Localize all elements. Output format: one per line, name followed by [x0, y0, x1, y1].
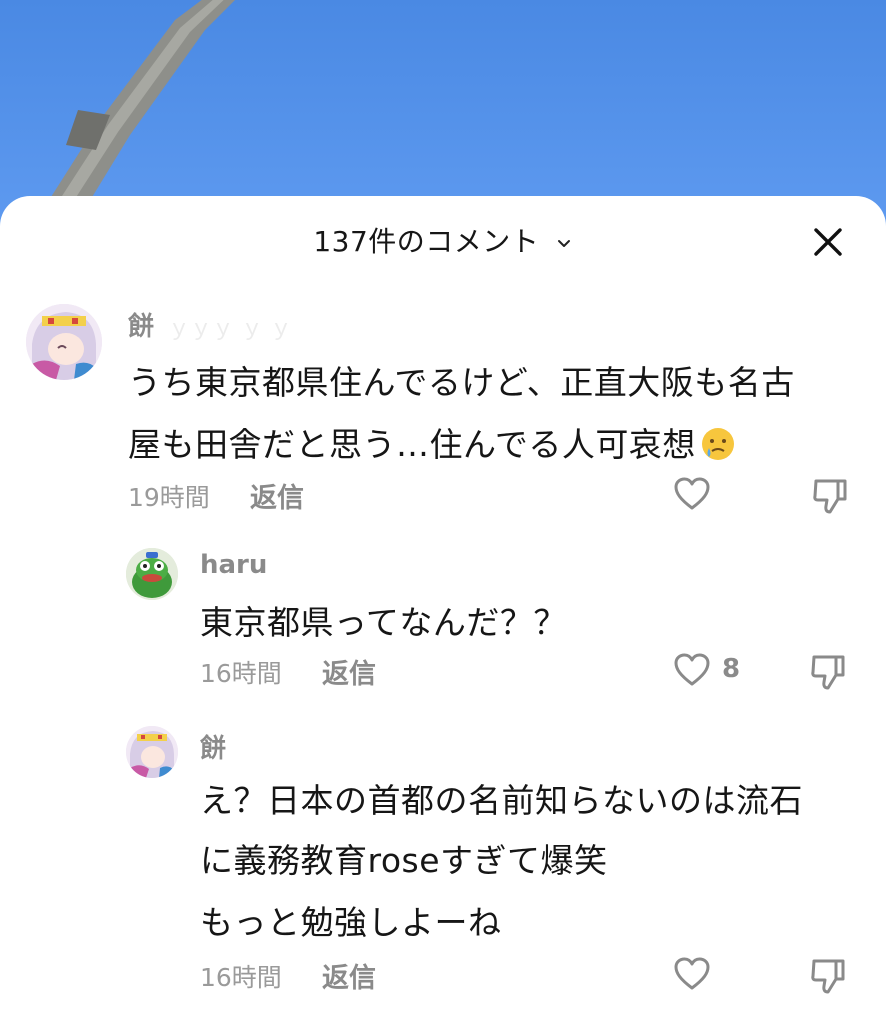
heart-icon[interactable]: [672, 954, 712, 994]
comments-sheet: 137件のコメント 餅 ｙｙｙ ｙ ｙ うち東京都県住んでるけど、正直大阪も名古: [0, 196, 886, 1024]
comment-item: 餅 ｙｙｙ ｙ ｙ うち東京都県住んでるけど、正直大阪も名古 屋も田舎だと思う……: [0, 196, 886, 526]
thumbs-down-icon[interactable]: [808, 652, 848, 692]
faded-text: ｙｙｙ ｙ ｙ: [168, 316, 292, 341]
avatar-image: [126, 726, 178, 778]
reply-text-line: もっと勉強しよーね: [200, 903, 502, 942]
comment-text-segment: 屋も田舎だと思う…住んでる人可哀想: [128, 425, 696, 464]
reply-item: 餅 え？日本の首都の名前知らないのは流石 に義務教育roseすぎて爆笑 もっと勉…: [0, 716, 886, 1024]
crying-face-emoji-icon: [701, 428, 734, 460]
avatar[interactable]: [126, 548, 178, 600]
reply-time: 16時間: [200, 963, 282, 992]
reply-username[interactable]: 餅: [200, 728, 226, 765]
thumbs-down-icon[interactable]: [810, 476, 850, 516]
reply-item: haru 東京都県ってなんだ？？ 16時間 返信 8: [0, 536, 886, 706]
reply-text-line: に義務教育roseすぎて爆笑: [200, 841, 608, 880]
thumbs-down-icon[interactable]: [808, 956, 848, 996]
reply-username[interactable]: haru: [200, 550, 267, 580]
reply-button[interactable]: 返信: [250, 476, 304, 515]
comment-text-line: うち東京都県住んでるけど、正直大阪も名古: [128, 363, 795, 402]
reply-text-line: え？日本の首都の名前知らないのは流石: [200, 781, 803, 820]
heart-icon[interactable]: [672, 650, 712, 690]
comment-time: 19時間: [128, 483, 210, 512]
like-count: 8: [722, 654, 741, 684]
avatar[interactable]: [26, 304, 102, 380]
reply-text-line: 東京都県ってなんだ？？: [200, 603, 567, 642]
comment-username[interactable]: 餅: [128, 306, 154, 343]
comment-text-line: 屋も田舎だと思う…住んでる人可哀想: [128, 418, 736, 466]
reply-time: 16時間: [200, 659, 282, 688]
avatar-image: [26, 304, 102, 380]
reply-button[interactable]: 返信: [322, 652, 376, 691]
reply-button[interactable]: 返信: [322, 956, 376, 995]
heart-icon[interactable]: [672, 474, 712, 514]
avatar[interactable]: [126, 726, 178, 778]
avatar-image: [126, 548, 178, 600]
